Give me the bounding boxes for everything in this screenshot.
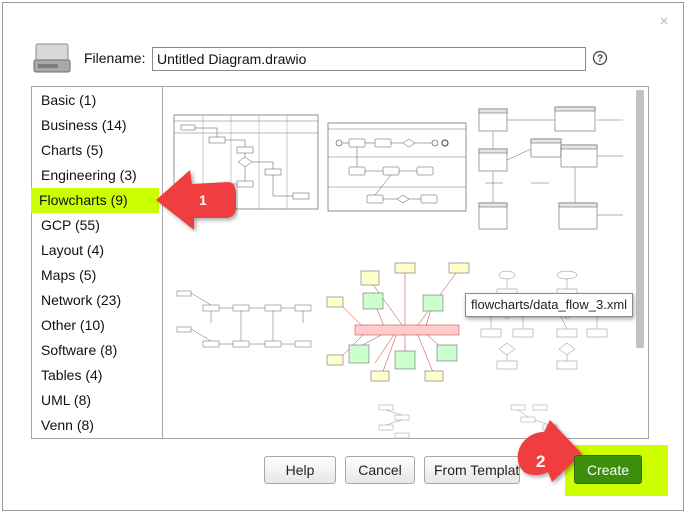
category-item[interactable]: Business (14) bbox=[33, 113, 163, 138]
category-item[interactable]: Engineering (3) bbox=[33, 163, 163, 188]
template-thumbnail[interactable] bbox=[369, 401, 429, 439]
template-thumbnail[interactable] bbox=[325, 259, 475, 385]
category-item[interactable]: GCP (55) bbox=[33, 213, 163, 238]
template-thumbnail[interactable] bbox=[475, 105, 625, 235]
category-item[interactable]: UML (8) bbox=[33, 388, 163, 413]
template-thumbnail[interactable] bbox=[477, 265, 627, 375]
close-icon[interactable]: × bbox=[656, 14, 672, 30]
category-item[interactable]: Venn (8) bbox=[33, 413, 163, 438]
category-item[interactable]: Layout (4) bbox=[33, 238, 163, 263]
category-item[interactable]: Maps (5) bbox=[33, 263, 163, 288]
category-item[interactable]: Basic (1) bbox=[33, 88, 163, 113]
create-button[interactable]: Create bbox=[574, 455, 642, 484]
from-template-button[interactable]: From Template bbox=[424, 456, 520, 484]
template-tooltip: flowcharts/data_flow_3.xml bbox=[465, 293, 634, 317]
help-button[interactable]: Help bbox=[264, 456, 336, 484]
help-icon[interactable]: ? bbox=[592, 50, 608, 66]
gallery-scrollbar[interactable] bbox=[636, 90, 644, 348]
annotation-number-1: 1 bbox=[199, 192, 207, 208]
category-item[interactable]: Flowcharts (9) bbox=[31, 188, 159, 213]
svg-text:?: ? bbox=[597, 54, 603, 65]
category-item[interactable]: Software (8) bbox=[33, 338, 163, 363]
annotation-number-2: 2 bbox=[536, 452, 546, 471]
category-item[interactable]: Charts (5) bbox=[33, 138, 163, 163]
cancel-button[interactable]: Cancel bbox=[345, 456, 415, 484]
annotation-arrow-1 bbox=[156, 170, 236, 230]
filename-input[interactable] bbox=[152, 47, 586, 71]
filename-label: Filename: bbox=[84, 50, 146, 66]
template-gallery bbox=[162, 86, 649, 439]
category-list: Basic (1) Business (14) Charts (5) Engineer… bbox=[31, 86, 163, 439]
category-item[interactable]: Network (23) bbox=[33, 288, 163, 313]
template-thumbnail[interactable] bbox=[173, 283, 321, 359]
category-item[interactable]: Tables (4) bbox=[33, 363, 163, 388]
drive-icon bbox=[33, 43, 71, 73]
category-item[interactable]: Other (10) bbox=[33, 313, 163, 338]
template-thumbnail[interactable] bbox=[327, 117, 467, 213]
